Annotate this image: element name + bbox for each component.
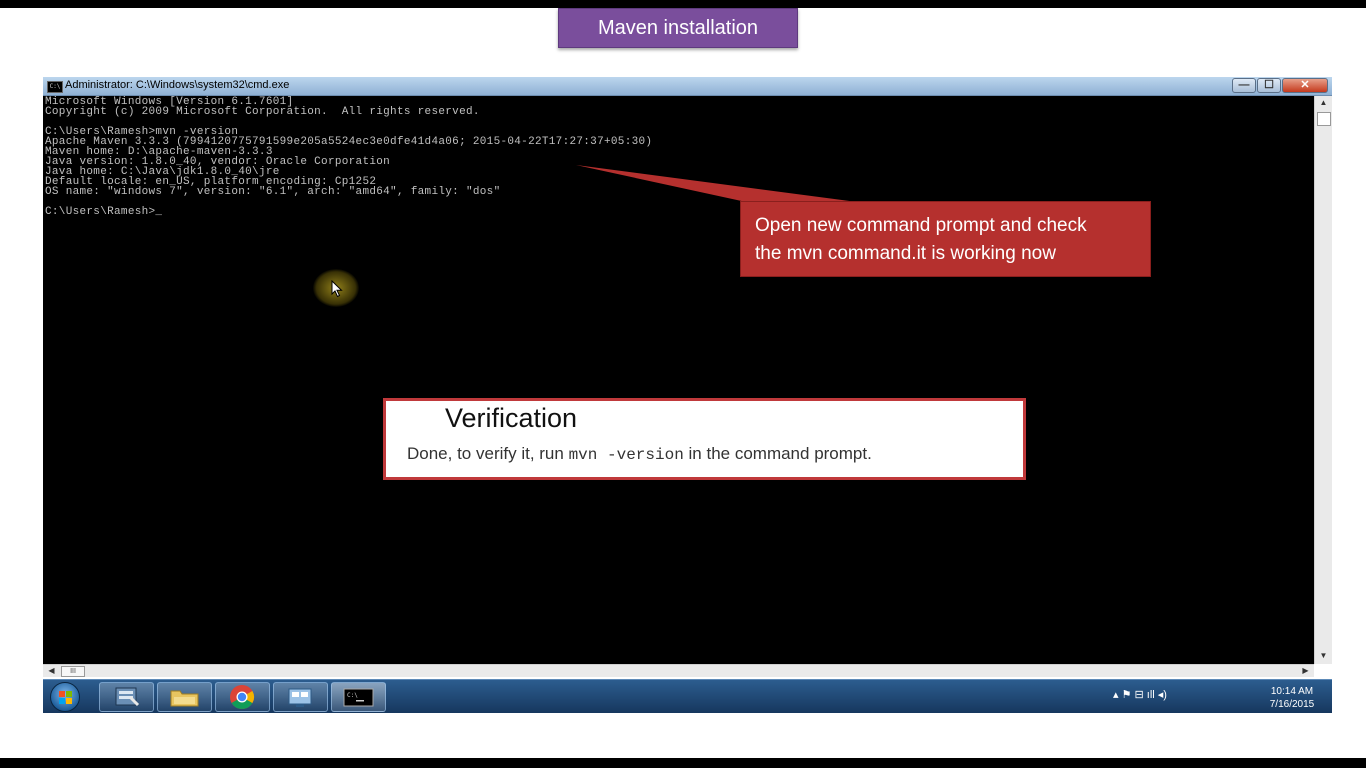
system-tray[interactable]: ▴ ⚑ ⊟ ıll ◂) [1113,688,1167,701]
callout-line-1: Open new command prompt and check [755,215,1087,236]
command-prompt-icon[interactable]: C:\ [331,682,386,712]
scroll-right-icon[interactable]: ▶ [1299,665,1312,677]
vertical-scroll-thumb[interactable] [1317,112,1331,126]
windows-start-icon[interactable] [50,682,80,712]
control-panel-icon[interactable] [273,682,328,712]
horizontal-scrollbar[interactable]: ◀ III ▶ [43,664,1314,677]
verification-text-after: in the command prompt. [683,444,872,463]
cmd-window-title: Administrator: C:\Windows\system32\cmd.e… [65,79,290,91]
taskbar: C:\ ▴ ⚑ ⊟ ıll ◂) 10:14 AM 7/16/2015 [43,679,1332,713]
console-area[interactable]: Microsoft Windows [Version 6.1.7601] Cop… [43,96,1314,664]
verification-command: mvn -version [568,446,684,464]
horizontal-scroll-thumb[interactable]: III [61,666,85,677]
svg-text:C:\: C:\ [347,692,358,699]
cmd-window-icon[interactable]: C:\ [47,81,63,93]
desktop-screenshot: C:\ Administrator: C:\Windows\system32\c… [43,77,1332,713]
verification-text-before: Done, to verify it, run [407,444,569,463]
file-explorer-icon[interactable] [157,682,212,712]
callout-line-2: the mvn command.it is working now [755,243,1056,264]
close-button[interactable]: ✕ [1282,78,1328,93]
bottom-black-bar [0,758,1366,768]
scroll-left-icon[interactable]: ◀ [45,665,58,677]
verification-box: Verification Done, to verify it, run mvn… [383,398,1026,480]
maximize-button[interactable]: ☐ [1257,78,1281,93]
clock-date: 7/16/2015 [1269,699,1315,710]
annotation-callout: Open new command prompt and check the mv… [740,201,1151,277]
scroll-up-icon[interactable]: ▲ [1315,96,1332,110]
server-manager-icon[interactable] [99,682,154,712]
console-output: Microsoft Windows [Version 6.1.7601] Cop… [45,96,653,218]
mouse-cursor-icon [331,280,343,298]
chrome-icon[interactable] [215,682,270,712]
clock-time: 10:14 AM [1270,686,1314,697]
scroll-down-icon[interactable]: ▼ [1315,649,1332,663]
minimize-button[interactable]: — [1232,78,1256,93]
verification-text: Done, to verify it, run mvn -version in … [407,444,872,464]
taskbar-clock[interactable]: 10:14 AM 7/16/2015 [1259,685,1325,711]
verification-title: Verification [445,403,578,433]
cmd-title-bar[interactable]: C:\ Administrator: C:\Windows\system32\c… [43,77,1332,96]
vertical-scrollbar[interactable]: ▲ ▼ [1314,96,1332,664]
slide-title: Maven installation [558,8,798,48]
top-black-bar [0,0,1366,8]
